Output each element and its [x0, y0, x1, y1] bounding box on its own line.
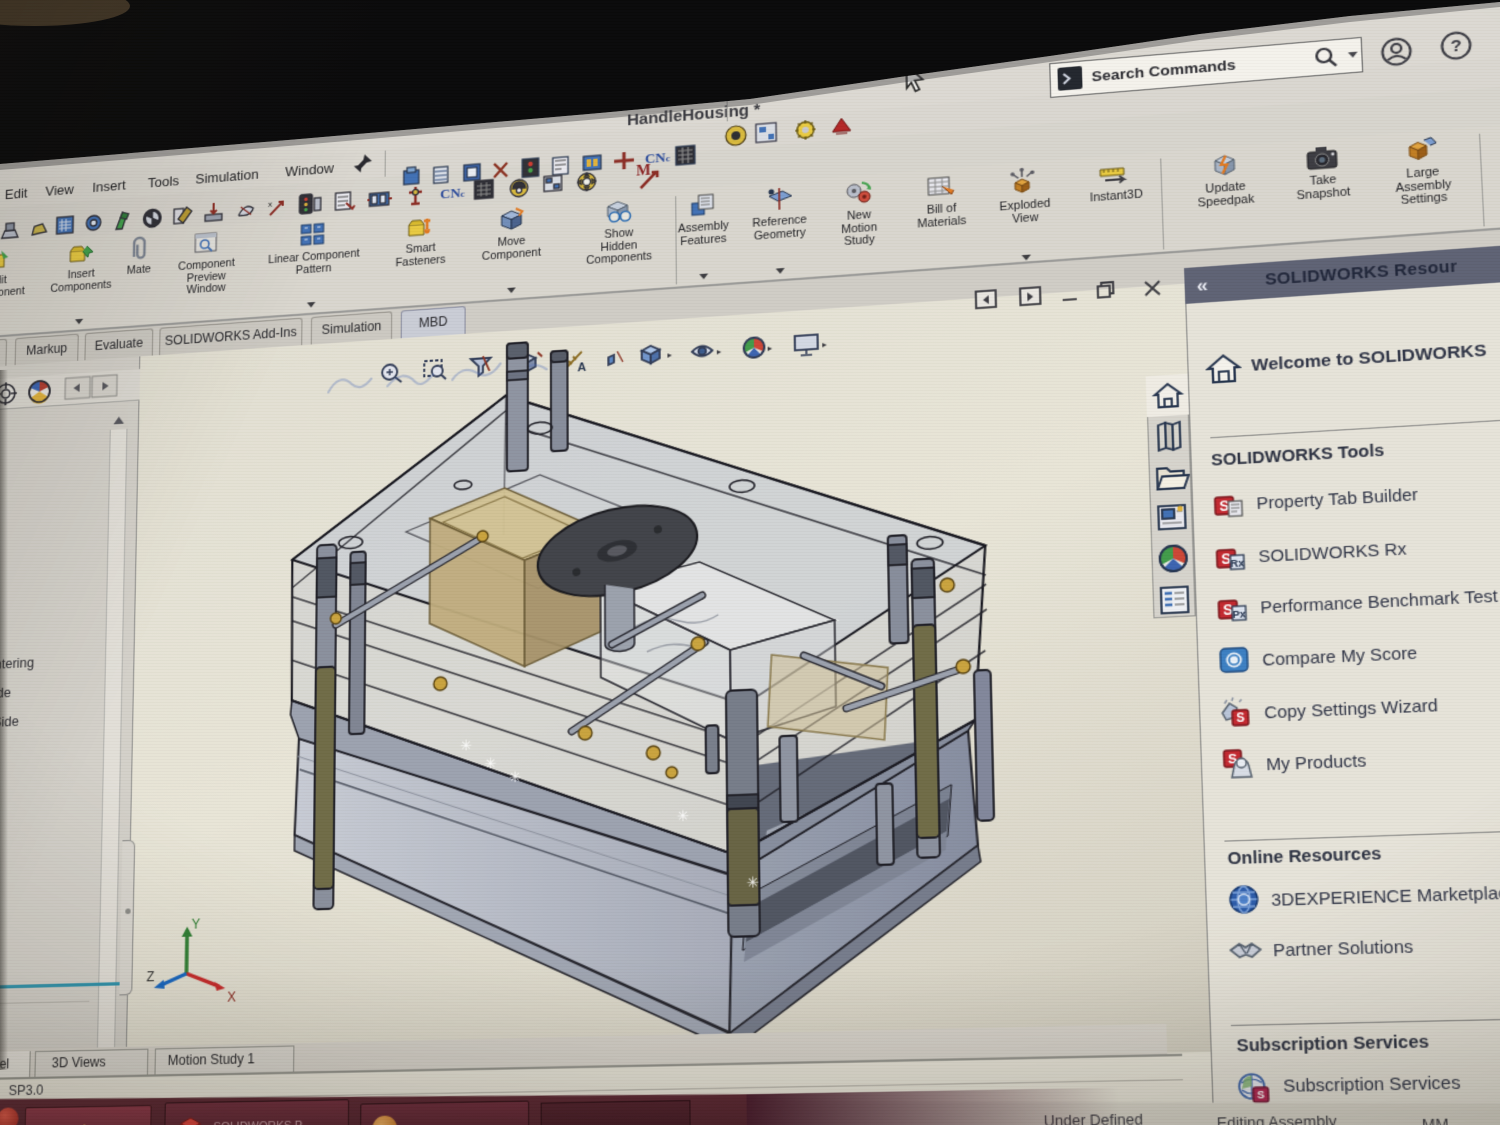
svg-text:✳: ✳ [677, 807, 690, 825]
svg-text:X: X [227, 989, 236, 1005]
svg-text:✳: ✳ [460, 737, 472, 754]
svg-text:Y: Y [191, 916, 200, 932]
svg-text:✳: ✳ [484, 755, 496, 772]
svg-text:✳: ✳ [509, 768, 521, 785]
svg-text:Z: Z [146, 969, 154, 985]
svg-text:M: M [636, 162, 651, 180]
svg-text:CNc: CNc [440, 184, 465, 202]
svg-text:S: S [1257, 1089, 1265, 1101]
svg-text:✳: ✳ [746, 874, 759, 892]
svg-text:Rx: Rx [1230, 557, 1244, 569]
svg-text:?: ? [1450, 36, 1462, 56]
svg-text:x: x [268, 199, 272, 209]
svg-text:Px: Px [1232, 608, 1246, 620]
svg-text:S: S [1236, 712, 1245, 725]
